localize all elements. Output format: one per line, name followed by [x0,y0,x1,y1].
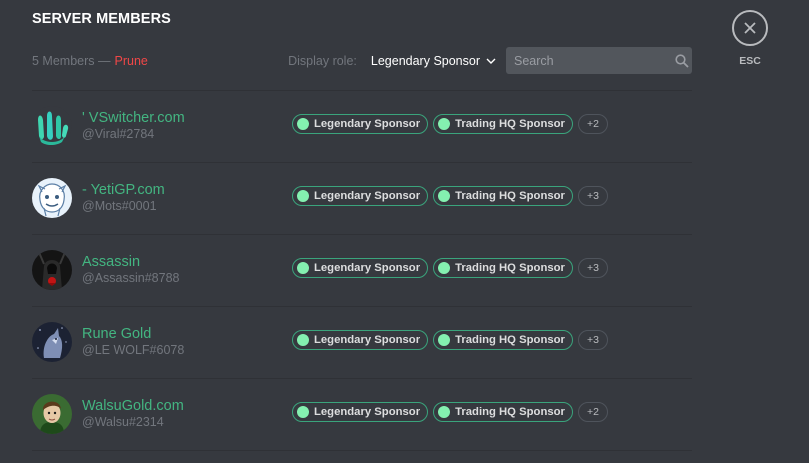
members-toolbar: 5 Members — Prune Display role: Legendar… [32,47,692,74]
prune-link[interactable]: Prune [115,54,148,68]
divider [32,450,692,451]
member-nickname: - YetiGP.com [82,182,165,198]
page-title: SERVER MEMBERS [32,11,171,27]
role-tag[interactable]: Trading HQ Sponsor [433,258,573,278]
avatar[interactable] [32,106,72,146]
search-icon [675,53,689,68]
more-roles-badge[interactable]: +3 [577,330,608,350]
role-tag[interactable]: Legendary Sponsor [292,258,429,278]
member-names: Rune Gold @LE WOLF#6078 [82,326,282,358]
search-input[interactable] [514,53,675,68]
member-roles: Legendary Sponsor Trading HQ Sponsor +3 [292,330,608,350]
avatar[interactable] [32,250,72,290]
role-tag[interactable]: Trading HQ Sponsor [433,402,573,422]
member-nickname: Rune Gold [82,326,152,342]
member-names: ' VSwitcher.com @Viral#2784 [82,110,282,142]
role-tag[interactable]: Trading HQ Sponsor [433,330,573,350]
member-names: Assassin @Assassin#8788 [82,254,282,286]
role-tag[interactable]: Legendary Sponsor [292,114,429,134]
member-count: 5 Members — [32,53,111,68]
member-nickname: ' VSwitcher.com [82,110,185,126]
member-username: @LE WOLF#6078 [82,343,185,357]
display-role-label: Display role: [288,53,357,68]
more-roles-badge[interactable]: +3 [577,186,608,206]
chevron-down-icon [486,58,496,64]
member-row[interactable]: WalsuGold.com @Walsu#2314 Legendary Spon… [32,378,692,450]
role-color-dot [297,190,309,202]
search-box [506,47,692,74]
role-color-dot [297,262,309,274]
member-row[interactable]: Assassin @Assassin#8788 Legendary Sponso… [32,234,692,306]
member-roles: Legendary Sponsor Trading HQ Sponsor +2 [292,402,608,422]
member-nickname: Assassin [82,254,141,270]
close-button[interactable] [732,10,768,46]
member-roles: Legendary Sponsor Trading HQ Sponsor +3 [292,186,608,206]
role-color-dot [297,118,309,130]
display-role-dropdown[interactable]: Legendary Sponsor [371,54,506,68]
display-role-value: Legendary Sponsor [370,53,480,68]
role-tag[interactable]: Legendary Sponsor [292,330,429,350]
role-color-dot [297,406,309,418]
role-color-dot [438,118,451,130]
avatar[interactable] [32,394,72,434]
member-roles: Legendary Sponsor Trading HQ Sponsor +3 [292,258,608,278]
member-names: WalsuGold.com @Walsu#2314 [82,398,282,430]
role-tag[interactable]: Trading HQ Sponsor [433,186,573,206]
role-color-dot [438,262,451,274]
avatar[interactable] [32,178,72,218]
more-roles-badge[interactable]: +2 [577,402,608,422]
member-nickname: WalsuGold.com [82,398,184,414]
member-username: @Mots#0001 [82,199,157,213]
member-roles: Legendary Sponsor Trading HQ Sponsor +2 [292,114,608,134]
role-color-dot [438,334,451,346]
member-username: @Viral#2784 [82,127,155,141]
member-username: @Walsu#2314 [82,415,164,429]
member-row[interactable]: - YetiGP.com @Mots#0001 Legendary Sponso… [32,162,692,234]
member-row[interactable]: Rune Gold @LE WOLF#6078 Legendary Sponso… [32,306,692,378]
member-username: @Assassin#8788 [82,271,180,285]
close-icon [743,21,757,35]
role-color-dot [438,406,451,418]
role-tag[interactable]: Trading HQ Sponsor [433,114,573,134]
role-color-dot [297,334,309,346]
avatar[interactable] [32,322,72,362]
more-roles-badge[interactable]: +2 [577,114,608,134]
more-roles-badge[interactable]: +3 [577,258,608,278]
role-tag[interactable]: Legendary Sponsor [292,186,429,206]
member-names: - YetiGP.com @Mots#0001 [82,182,282,214]
role-tag[interactable]: Legendary Sponsor [292,402,429,422]
esc-label: ESC [739,55,761,67]
role-color-dot [438,190,451,202]
member-row[interactable]: ' VSwitcher.com @Viral#2784 Legendary Sp… [32,90,692,162]
